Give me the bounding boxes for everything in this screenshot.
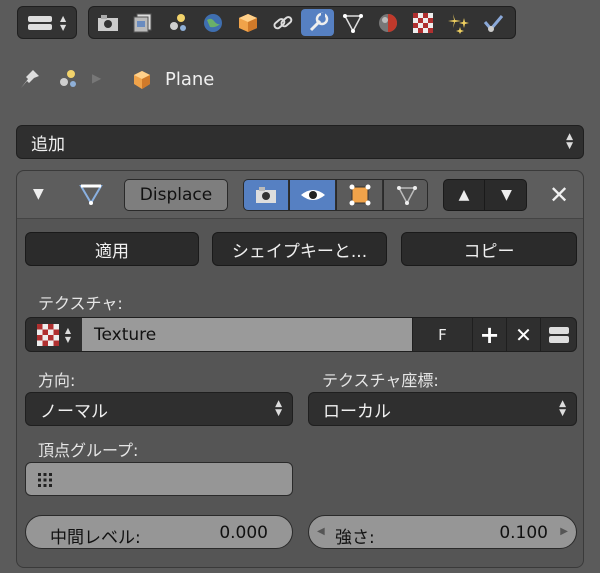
- editmode-toggle-icon[interactable]: [336, 180, 382, 210]
- direction-label: 方向:: [38, 371, 76, 390]
- midlevel-value: 0.000: [219, 523, 268, 543]
- strength-label: 強さ:: [335, 528, 375, 548]
- modifier-panel: [16, 170, 584, 568]
- texture-coords-dropdown[interactable]: ローカル ▲ ▼: [308, 392, 577, 426]
- move-up-icon[interactable]: ▲: [444, 180, 485, 210]
- fake-user-label: F: [438, 325, 447, 344]
- texture-name-field[interactable]: Texture: [82, 318, 412, 351]
- remove-modifier-icon[interactable]: ✕: [544, 180, 574, 210]
- strength-field[interactable]: ◀ 強さ: 0.100 ▶: [308, 515, 577, 549]
- updown-arrows-icon: ▲ ▼: [566, 132, 573, 151]
- editor-type-menu[interactable]: ▲ ▼: [17, 6, 77, 39]
- texture-label: テクスチャ:: [38, 294, 123, 313]
- modifiers-tab-icon[interactable]: [301, 9, 334, 36]
- modifier-visibility-group: [243, 179, 428, 211]
- breadcrumb-separator-icon: ▶: [92, 71, 102, 85]
- texture-browse-icon[interactable]: ▲ ▼: [26, 318, 82, 351]
- texture-name: Texture: [94, 324, 157, 345]
- texture-tab-icon[interactable]: [406, 9, 439, 36]
- object-breadcrumb-icon: [130, 68, 154, 92]
- apply-button[interactable]: 適用: [25, 232, 199, 266]
- collapse-arrow-icon[interactable]: ▼: [33, 186, 44, 202]
- properties-tab-bar: [88, 6, 516, 39]
- add-modifier-label: 追加: [31, 134, 65, 155]
- viewport-eye-icon[interactable]: [289, 180, 335, 210]
- new-texture-icon[interactable]: +: [472, 318, 506, 351]
- constraints-tab-icon[interactable]: [266, 9, 299, 36]
- unlink-texture-icon[interactable]: ✕: [506, 318, 540, 351]
- vertex-group-icon: [34, 469, 56, 491]
- render-layers-tab-icon[interactable]: [126, 9, 159, 36]
- decrement-arrow-icon[interactable]: ◀: [317, 526, 325, 537]
- updown-arrows-icon: ▲ ▼: [64, 325, 72, 344]
- direction-dropdown[interactable]: ノーマル ▲ ▼: [25, 392, 293, 426]
- cage-toggle-icon[interactable]: [383, 180, 427, 210]
- midlevel-label: 中間レベル:: [50, 528, 141, 548]
- scene-breadcrumb-icon: [54, 66, 82, 92]
- midlevel-field[interactable]: 中間レベル: 0.000: [25, 515, 293, 549]
- direction-value: ノーマル: [40, 401, 108, 422]
- render-tab-icon[interactable]: [91, 9, 124, 36]
- object-name-label: Plane: [165, 69, 215, 90]
- pin-icon[interactable]: [18, 66, 42, 92]
- render-toggle-icon[interactable]: [244, 180, 288, 210]
- modifier-name: Displace: [139, 185, 213, 205]
- move-down-icon[interactable]: ▼: [486, 180, 527, 210]
- vertex-group-label: 頂点グループ:: [38, 441, 139, 460]
- material-tab-icon[interactable]: [371, 9, 404, 36]
- updown-arrows-icon: ▲ ▼: [559, 399, 566, 418]
- texture-coords-value: ローカル: [323, 401, 391, 422]
- apply-as-shape-key-button[interactable]: シェイプキーと...: [212, 232, 387, 266]
- editor-type-icon: [27, 15, 53, 31]
- data-tab-icon[interactable]: [336, 9, 369, 36]
- physics-tab-icon[interactable]: [476, 9, 509, 36]
- strength-value: 0.100: [499, 523, 548, 543]
- scene-tab-icon[interactable]: [161, 9, 194, 36]
- vertex-group-field[interactable]: [25, 462, 293, 496]
- object-tab-icon[interactable]: [231, 9, 264, 36]
- updown-arrows-icon: ▲ ▼: [275, 399, 282, 418]
- fake-user-button[interactable]: F: [412, 318, 472, 351]
- world-tab-icon[interactable]: [196, 9, 229, 36]
- modifier-name-field[interactable]: Displace: [124, 179, 228, 211]
- increment-arrow-icon[interactable]: ▶: [560, 526, 568, 537]
- texture-properties-icon[interactable]: [540, 318, 576, 351]
- updown-arrows-icon: ▲ ▼: [60, 14, 67, 32]
- copy-button[interactable]: コピー: [401, 232, 577, 266]
- texture-coords-label: テクスチャ座標:: [322, 371, 439, 390]
- texture-selector: ▲ ▼ Texture F + ✕: [25, 317, 577, 352]
- particles-tab-icon[interactable]: [441, 9, 474, 36]
- add-modifier-dropdown[interactable]: 追加 ▲ ▼: [16, 125, 584, 159]
- move-buttons: ▲ ▼: [443, 179, 527, 211]
- displace-modifier-icon: [76, 181, 106, 209]
